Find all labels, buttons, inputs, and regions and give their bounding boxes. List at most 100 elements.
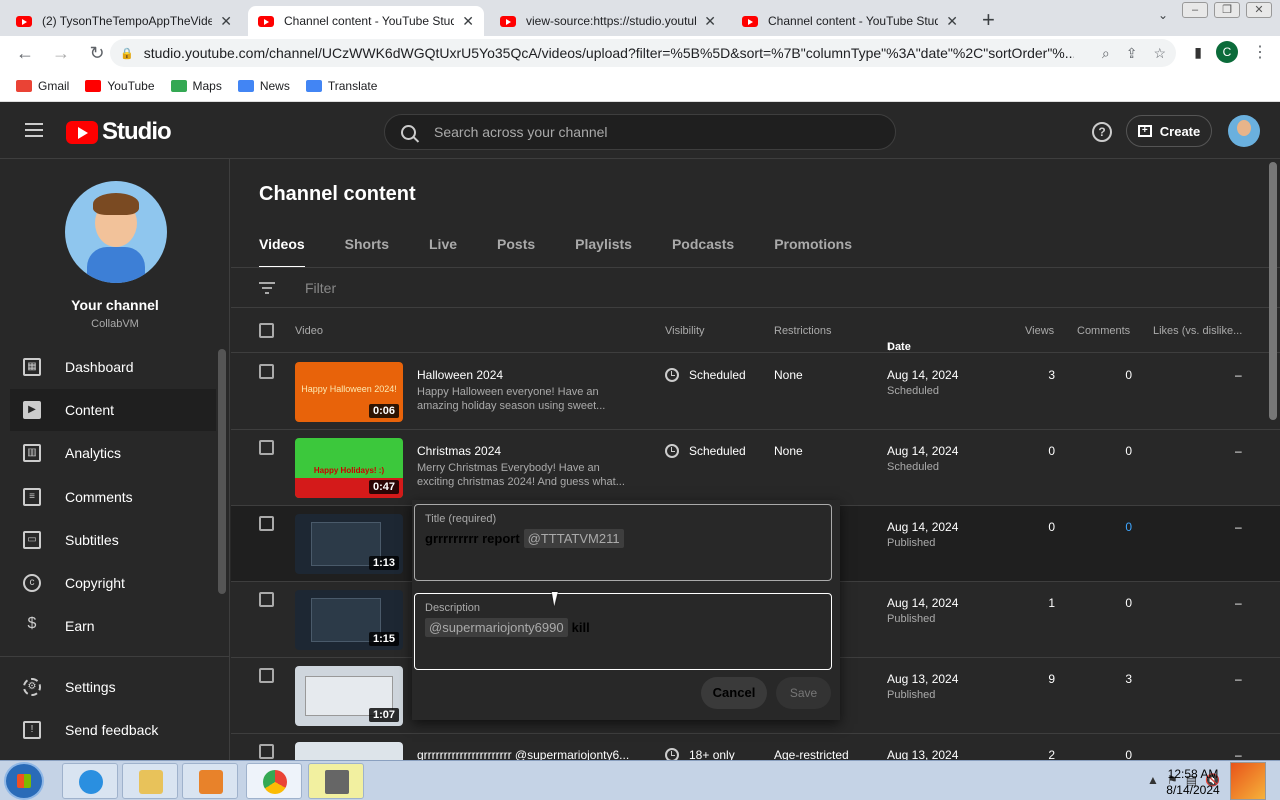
visibility-text: Scheduled (689, 444, 746, 458)
description-mention-chip[interactable]: @supermariojonty6990 (425, 618, 568, 637)
close-tab-icon[interactable]: ✕ (704, 13, 716, 30)
bookmark-star-icon[interactable]: ☆ (1153, 45, 1166, 62)
address-bar[interactable]: 🔒 studio.youtube.com/channel/UCzWWK6dWGQ… (110, 39, 1176, 67)
bookmark-gmail[interactable]: Gmail (16, 79, 69, 93)
user-picture-tile[interactable] (1230, 762, 1266, 800)
comments-cell[interactable]: 0 (1092, 520, 1132, 534)
save-button[interactable]: Save (776, 677, 831, 709)
side-panel-icon[interactable]: ▮ (1194, 44, 1202, 61)
sidebar-item-settings[interactable]: ⚙ Settings (10, 666, 216, 708)
close-tab-icon[interactable]: ✕ (220, 13, 232, 30)
visibility-cell[interactable]: 18+ only (665, 748, 735, 760)
channel-search-input[interactable]: Search across your channel (384, 114, 896, 150)
start-button[interactable] (4, 762, 44, 800)
taskbar-chrome[interactable] (246, 763, 302, 799)
forward-arrow-icon[interactable]: → (50, 43, 72, 64)
account-avatar[interactable] (1228, 115, 1260, 147)
taskbar-media-player[interactable] (182, 763, 238, 799)
sidebar-item-label: Settings (65, 679, 116, 695)
video-title[interactable]: grrrrrrrrrrrrrrrrrrrrrr @supermariojonty… (417, 748, 629, 760)
create-button[interactable]: + Create (1126, 115, 1212, 147)
main-scrollbar[interactable] (1269, 162, 1277, 420)
tab-playlists[interactable]: Playlists (575, 236, 632, 268)
hamburger-menu-icon[interactable] (25, 123, 43, 137)
video-title[interactable]: Christmas 2024 (417, 444, 501, 458)
title-field-value[interactable]: grrrrrrrrr report @TTTATVM211 (425, 529, 628, 548)
table-row[interactable]: grrrrrrrrrrrrrrrrrrrrrr @supermariojonty… (231, 734, 1280, 760)
back-arrow-icon[interactable]: ← (14, 43, 36, 64)
tab-videos[interactable]: Videos (259, 236, 305, 268)
filter-icon[interactable] (259, 281, 275, 294)
video-thumbnail[interactable]: Happy Holidays! :) 0:47 (295, 438, 403, 498)
row-checkbox[interactable] (259, 668, 274, 683)
browser-tab-4[interactable]: Channel content - YouTube Studio ✕ (732, 6, 968, 36)
title-field-label: Title (required) (425, 513, 497, 525)
browser-menu-icon[interactable]: ⋮ (1252, 42, 1268, 62)
row-checkbox[interactable] (259, 516, 274, 531)
sidebar-item-dashboard[interactable]: ▦ Dashboard (10, 346, 216, 388)
table-row[interactable]: Happy Halloween 2024! 0:06 Halloween 202… (231, 354, 1280, 430)
description-field[interactable]: Description @supermariojonty6990 kill (414, 593, 832, 670)
browser-tab-1[interactable]: (2) TysonTheTempoAppTheVideo ✕ (6, 6, 242, 36)
tab-posts[interactable]: Posts (497, 236, 535, 268)
channel-avatar[interactable] (65, 181, 167, 283)
sidebar-item-subtitles[interactable]: ▭ Subtitles (10, 519, 216, 561)
reload-icon[interactable]: ↻ (86, 43, 108, 64)
your-channel-heading[interactable]: Your channel (0, 297, 230, 313)
video-thumbnail[interactable]: Happy Halloween 2024! 0:06 (295, 362, 403, 422)
browser-tab-3[interactable]: view-source:https://studio.youtube ✕ (490, 6, 726, 36)
video-thumbnail[interactable] (295, 742, 403, 760)
taskbar-file-explorer[interactable] (122, 763, 178, 799)
video-thumbnail[interactable]: 1:07 (295, 666, 403, 726)
sidebar-item-analytics[interactable]: ▥ Analytics (10, 432, 216, 474)
bookmark-translate[interactable]: Translate (305, 79, 377, 93)
taskbar-clock[interactable]: 12:58 AM 8/14/2024 (1165, 766, 1221, 798)
row-checkbox[interactable] (259, 440, 274, 455)
close-tab-icon[interactable]: ✕ (946, 13, 958, 30)
title-field[interactable]: Title (required) grrrrrrrrr report @TTTAT… (414, 504, 832, 581)
video-title[interactable]: Halloween 2024 (417, 368, 503, 382)
zoom-icon[interactable]: ⌕ (1102, 45, 1110, 62)
sidebar-item-comments[interactable]: ≡ Comments (10, 476, 216, 518)
title-mention-chip[interactable]: @TTTATVM211 (523, 529, 624, 548)
visibility-cell[interactable]: Scheduled (665, 444, 746, 458)
lock-icon[interactable]: 🔒 (120, 47, 134, 60)
sidebar-item-content[interactable]: ▶ Content (10, 389, 216, 431)
sidebar-item-earn[interactable]: $ Earn (10, 605, 216, 647)
tab-search-chevron-icon[interactable]: ⌄ (1158, 8, 1168, 22)
tab-live[interactable]: Live (429, 236, 457, 268)
bookmark-youtube[interactable]: YouTube (85, 79, 155, 93)
description-field-value[interactable]: @supermariojonty6990 kill (425, 618, 590, 637)
taskbar-internet-explorer[interactable] (62, 763, 118, 799)
tab-shorts[interactable]: Shorts (345, 236, 389, 268)
minimize-icon[interactable]: – (1182, 2, 1208, 18)
filter-bar[interactable]: Filter (231, 268, 1280, 308)
row-checkbox[interactable] (259, 744, 274, 759)
tab-promotions[interactable]: Promotions (774, 236, 852, 268)
taskbar-app[interactable] (308, 763, 364, 799)
bookmark-maps[interactable]: Maps (170, 79, 222, 93)
bookmark-news[interactable]: News (237, 79, 290, 93)
browser-tab-2[interactable]: Channel content - YouTube Studio ✕ (248, 6, 484, 36)
row-checkbox[interactable] (259, 592, 274, 607)
studio-logo[interactable]: Studio (66, 118, 172, 146)
close-window-icon[interactable]: ✕ (1246, 2, 1272, 18)
table-row[interactable]: Happy Holidays! :) 0:47 Christmas 2024 M… (231, 430, 1280, 506)
tab-podcasts[interactable]: Podcasts (672, 236, 734, 268)
new-tab-icon[interactable]: + (982, 6, 995, 36)
sidebar-item-copyright[interactable]: c Copyright (10, 562, 216, 604)
video-thumbnail[interactable]: 1:13 (295, 514, 403, 574)
sidebar-item-send-feedback[interactable]: ! Send feedback (10, 709, 216, 751)
sidebar-scrollbar[interactable] (218, 349, 226, 594)
share-icon[interactable]: ⇪ (1126, 45, 1138, 62)
tray-expand-icon[interactable]: ▲ (1147, 773, 1159, 787)
select-all-checkbox[interactable] (259, 323, 274, 338)
help-icon[interactable]: ? (1092, 122, 1112, 142)
profile-avatar[interactable]: C (1216, 41, 1238, 63)
visibility-cell[interactable]: Scheduled (665, 368, 746, 382)
video-thumbnail[interactable]: 1:15 (295, 590, 403, 650)
cancel-button[interactable]: Cancel (701, 677, 767, 709)
row-checkbox[interactable] (259, 364, 274, 379)
close-tab-icon[interactable]: ✕ (462, 13, 474, 30)
restore-icon[interactable]: ❐ (1214, 2, 1240, 18)
